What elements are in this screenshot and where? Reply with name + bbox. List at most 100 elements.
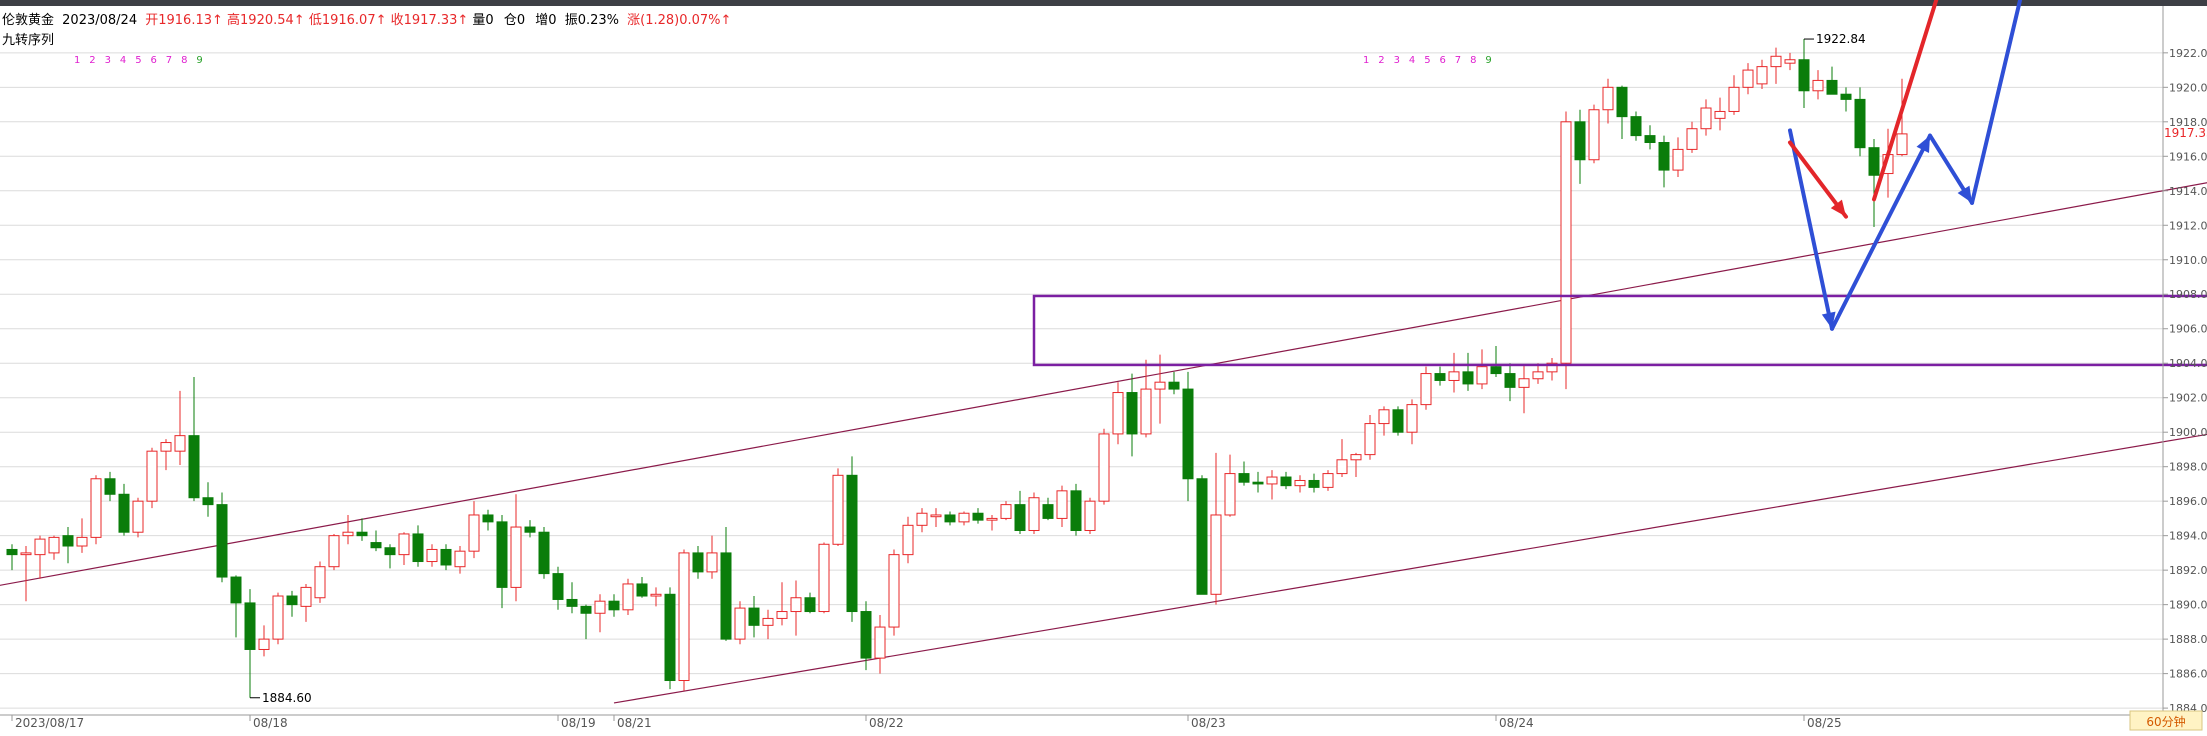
sequence-number: 7 <box>1455 55 1461 66</box>
y-tick-label: 1914.00 <box>2169 185 2207 198</box>
y-tick-label: 1916.00 <box>2169 150 2207 163</box>
candle-body <box>90 478 102 538</box>
sequence-number: 7 <box>166 55 172 66</box>
sequence-number: 2 <box>1378 55 1384 66</box>
y-tick-label: 1904.00 <box>2169 357 2207 370</box>
window-top-bar <box>0 0 2207 6</box>
close-value: 收1917.33↑ <box>391 13 469 28</box>
high-value: 高1920.54↑ <box>227 12 305 28</box>
candle-body <box>1840 93 1852 100</box>
candle-body <box>846 474 858 613</box>
x-tick-label: 08/24 <box>1499 716 1534 730</box>
candle-body <box>1504 373 1516 388</box>
candle-body <box>1392 409 1404 433</box>
candle-body <box>1714 110 1726 119</box>
candle-body <box>440 548 452 566</box>
candle-body <box>678 552 690 682</box>
candle-body <box>1126 392 1138 435</box>
sequence-number: 4 <box>120 55 126 66</box>
sequence-number: 9 <box>1485 55 1491 66</box>
candle-body <box>1266 476 1278 485</box>
candle-body <box>1378 409 1390 425</box>
candle-body <box>832 474 844 545</box>
candle-body <box>160 442 172 452</box>
candle-body <box>1140 388 1152 435</box>
y-tick-label: 1888.00 <box>2169 633 2207 646</box>
candle-body <box>76 536 88 547</box>
sequence-number: 1 <box>1363 55 1369 66</box>
candle <box>272 592 284 645</box>
candle-body <box>1798 59 1810 92</box>
candle-body <box>412 533 424 563</box>
candle-body <box>1630 116 1642 137</box>
candle-body <box>1574 121 1586 161</box>
candle-body <box>1868 147 1880 176</box>
candle <box>622 578 634 615</box>
info-line: 伦敦黄金 2023/08/24 开1916.13↑ 高1920.54↑ 低191… <box>2 12 731 28</box>
candle-body <box>958 512 970 523</box>
candle-body <box>496 521 508 588</box>
sequence-number: 2 <box>89 55 95 66</box>
candle-body <box>1560 121 1572 364</box>
y-tick-label: 1896.00 <box>2169 495 2207 508</box>
candle-body <box>1602 86 1614 111</box>
candle-body <box>1364 423 1376 456</box>
candle <box>1420 366 1432 410</box>
open-interest-value: 仓0 <box>504 13 525 28</box>
amplitude-value: 振0.23% <box>565 13 619 28</box>
candle-body <box>1742 69 1754 88</box>
x-tick-label: 08/25 <box>1807 716 1842 730</box>
candle-body <box>874 626 886 659</box>
candle-body <box>524 526 536 533</box>
candle-body <box>314 566 326 599</box>
sequence-number: 5 <box>1424 55 1430 66</box>
candle-body <box>1476 366 1488 385</box>
volume-value: 量0 <box>472 13 493 28</box>
candle-body <box>146 450 158 502</box>
candle-body <box>1280 476 1292 487</box>
candle <box>1196 475 1208 595</box>
candle-body <box>48 536 60 554</box>
candle-body <box>426 548 438 563</box>
candle-body <box>1322 473 1334 488</box>
candle-body <box>902 524 914 556</box>
candle-body <box>1084 500 1096 531</box>
candle-body <box>1000 504 1012 519</box>
high-price-label: 1922.84 <box>1816 32 1866 46</box>
y-tick-label: 1918.00 <box>2169 116 2207 129</box>
candle-body <box>216 504 228 578</box>
candlestick-chart[interactable]: 1884.601922.841917.33 1884.001886.001888… <box>0 0 2207 732</box>
y-tick-label: 1912.00 <box>2169 219 2207 232</box>
candle-body <box>1728 86 1740 112</box>
candle-body <box>244 602 256 650</box>
candle-body <box>1490 366 1502 375</box>
candle-body <box>1154 381 1166 390</box>
x-tick-label: 2023/08/17 <box>15 716 84 730</box>
candle-body <box>174 435 186 452</box>
y-tick-label: 1886.00 <box>2169 668 2207 681</box>
candle-body <box>594 600 606 614</box>
candle-body <box>790 597 802 613</box>
candle-body <box>930 514 942 518</box>
change-value: 涨(1.28)0.07%↑ <box>627 13 731 28</box>
candle-body <box>1112 392 1124 435</box>
low-value: 低1916.07↑ <box>309 13 387 28</box>
candle <box>678 549 690 691</box>
sequence-number: 4 <box>1409 55 1415 66</box>
candle-body <box>34 538 46 556</box>
candle-body <box>1686 128 1698 150</box>
candle-body <box>916 512 928 526</box>
candle-body <box>1658 142 1670 171</box>
y-tick-label: 1908.00 <box>2169 288 2207 301</box>
candle <box>832 468 844 547</box>
candle-body <box>986 517 998 521</box>
low-price-label: 1884.60 <box>262 691 312 705</box>
candle-body <box>1588 109 1600 161</box>
candle-body <box>104 478 116 495</box>
candle-body <box>118 493 130 533</box>
candle-body <box>286 595 298 606</box>
sequence-count-group-1: 123456789 <box>74 55 203 66</box>
candle-body <box>762 617 774 626</box>
candle-body <box>258 638 270 650</box>
candle-body <box>1532 371 1544 380</box>
